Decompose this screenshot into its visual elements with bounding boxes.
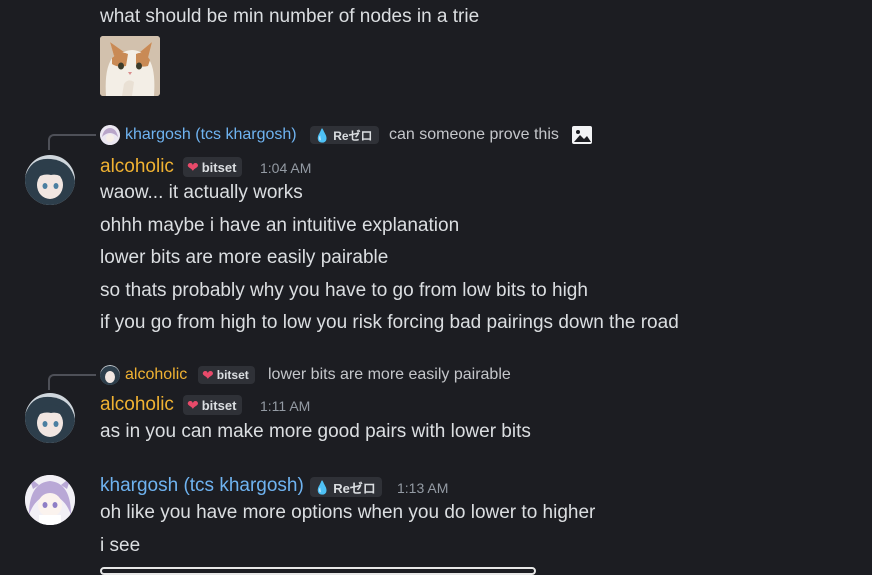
avatar-picture: [25, 155, 75, 205]
reply-avatar[interactable]: [100, 365, 120, 385]
role-tag-label: bitset: [201, 159, 237, 175]
avatar-picture: [100, 125, 120, 145]
message-text: if you go from high to low you risk forc…: [100, 312, 679, 333]
role-tag: ❤ bitset: [198, 366, 255, 384]
role-tag-label: Reゼロ: [333, 128, 373, 143]
message-text: ohhh maybe i have an intuitive explanati…: [100, 215, 460, 236]
message-text: lower bits are more easily pairable: [100, 247, 389, 268]
role-tag: 💧 Reゼロ: [310, 477, 382, 497]
timestamp[interactable]: 1:13 AM: [397, 479, 448, 497]
image-icon: [571, 125, 593, 145]
avatar[interactable]: [25, 475, 75, 525]
author-name[interactable]: khargosh (tcs khargosh): [100, 474, 304, 498]
timestamp[interactable]: 1:11 AM: [260, 397, 310, 415]
droplet-icon: 💧: [314, 479, 331, 495]
role-tag-label: bitset: [201, 397, 237, 413]
author-name[interactable]: alcoholic: [100, 155, 174, 179]
reply-avatar[interactable]: [100, 125, 120, 145]
avatar-picture: [25, 393, 75, 443]
droplet-icon: 💧: [314, 127, 331, 143]
role-tag-label: Reゼロ: [333, 480, 376, 496]
reply-connector: [48, 134, 96, 150]
cat-picture: [100, 36, 160, 96]
message-text: waow... it actually works: [100, 182, 303, 203]
role-tag: ❤ bitset: [183, 395, 243, 415]
reply-connector: [48, 374, 96, 390]
heart-icon: ❤: [187, 397, 199, 413]
reply-preview[interactable]: can someone prove this: [389, 125, 559, 145]
role-tag: 💧 Reゼロ: [310, 126, 379, 144]
embed-card-edge[interactable]: [100, 567, 536, 575]
reply-author[interactable]: alcoholic: [125, 365, 187, 385]
message-text: oh like you have more options when you d…: [100, 502, 596, 523]
message-text: i see: [100, 535, 141, 556]
avatar-picture: [100, 365, 120, 385]
message-text: as in you can make more good pairs with …: [100, 421, 531, 442]
avatar[interactable]: [25, 393, 75, 443]
reply-preview[interactable]: lower bits are more easily pairable: [268, 365, 511, 385]
author-name[interactable]: alcoholic: [100, 393, 174, 417]
message-text: what should be min number of nodes in a …: [100, 6, 480, 27]
reply-author[interactable]: khargosh (tcs khargosh): [125, 125, 297, 145]
role-tag-label: bitset: [216, 368, 249, 382]
avatar[interactable]: [25, 155, 75, 205]
role-tag: ❤ bitset: [183, 157, 243, 177]
cat-image[interactable]: [100, 36, 160, 96]
message-text: so thats probably why you have to go fro…: [100, 280, 588, 301]
heart-icon: ❤: [202, 367, 214, 383]
timestamp[interactable]: 1:04 AM: [260, 159, 311, 177]
avatar-picture: [25, 475, 75, 525]
heart-icon: ❤: [187, 159, 199, 175]
